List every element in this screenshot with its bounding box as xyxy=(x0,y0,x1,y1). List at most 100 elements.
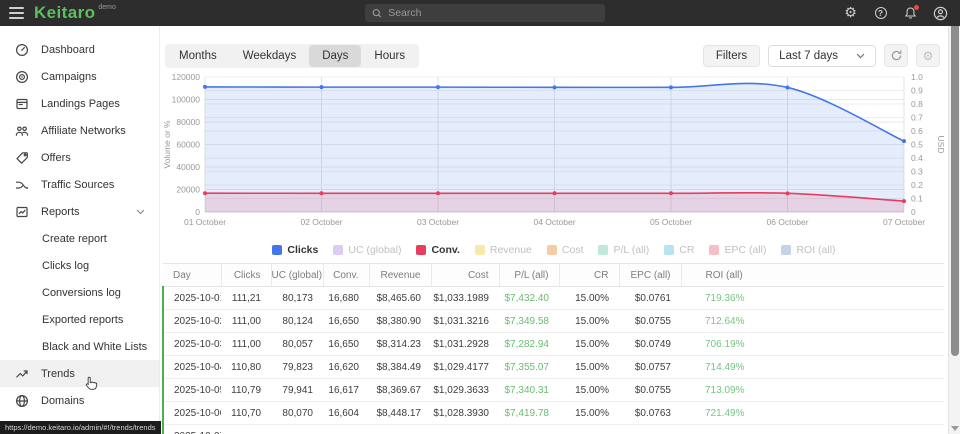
legend-item-epc-all-[interactable]: EPC (all) xyxy=(709,244,766,256)
sidebar-item-offers[interactable]: Offers xyxy=(0,144,159,171)
landings-pages-icon xyxy=(15,97,29,111)
vertical-scrollbar[interactable] xyxy=(948,26,960,434)
table-cell: 80,124 xyxy=(271,310,323,333)
legend-item-conv-[interactable]: Conv. xyxy=(416,244,459,256)
column-header-conv-[interactable]: Conv. xyxy=(323,264,369,287)
scrollbar-thumb[interactable] xyxy=(951,26,959,356)
svg-text:03 October: 03 October xyxy=(417,217,459,227)
tab-months[interactable]: Months xyxy=(166,45,230,67)
refresh-icon xyxy=(890,49,903,62)
profile-icon[interactable] xyxy=(933,6,948,21)
sidebar-item-label: Exported reports xyxy=(42,314,123,326)
legend-item-uc-global-[interactable]: UC (global) xyxy=(333,244,401,256)
legend-label: P/L (all) xyxy=(613,244,649,256)
notifications-bell-icon[interactable] xyxy=(903,6,918,21)
offers-icon xyxy=(15,151,29,165)
legend-label: EPC (all) xyxy=(724,244,766,256)
table-cell: 2025-10-03 xyxy=(163,333,221,356)
search-box[interactable] xyxy=(365,4,605,22)
legend-swatch xyxy=(709,245,719,255)
table-cell: 2025-10-06 xyxy=(163,402,221,425)
sidebar-item-reports[interactable]: Reports xyxy=(0,198,159,225)
sidebar-item-label: Offers xyxy=(41,152,71,164)
sidebar-item-trends[interactable]: Trends xyxy=(0,360,159,387)
toolbar-right: Filters Last 7 days ⚙ xyxy=(703,44,940,67)
table-cell: $1,029.4177 xyxy=(431,356,499,379)
column-header-day[interactable]: Day xyxy=(163,264,221,287)
legend-item-cr[interactable]: CR xyxy=(664,244,694,256)
column-header-uc-global-[interactable]: UC (global) xyxy=(271,264,323,287)
scrollbar-down-arrow[interactable] xyxy=(951,426,959,431)
sidebar-item-label: Affiliate Networks xyxy=(41,125,126,137)
date-range-select[interactable]: Last 7 days xyxy=(768,45,876,67)
sidebar-item-domains[interactable]: Domains xyxy=(0,387,159,414)
svg-text:06 October: 06 October xyxy=(766,217,808,227)
table-cell: 16,680 xyxy=(323,287,369,310)
sidebar-item-black-and-white-lists[interactable]: Black and White Lists xyxy=(0,333,159,360)
settings-gear-icon[interactable]: ⚙ xyxy=(843,6,858,21)
help-icon[interactable]: ? xyxy=(873,6,888,21)
svg-text:0: 0 xyxy=(911,207,916,217)
column-header-clicks[interactable]: Clicks xyxy=(221,264,271,287)
tab-hours[interactable]: Hours xyxy=(361,45,418,67)
sidebar-item-affiliate-networks[interactable]: Affiliate Networks xyxy=(0,117,159,144)
table-cell: $1,031.3216 xyxy=(431,310,499,333)
dashboard-icon xyxy=(15,43,29,57)
menu-icon[interactable] xyxy=(0,0,30,26)
topbar-icons: ⚙ ? xyxy=(843,0,948,26)
table-row: 2025-10-03111,0080,05716,650$8,314.23$1,… xyxy=(163,333,944,356)
tab-weekdays[interactable]: Weekdays xyxy=(230,45,309,67)
keitaro-logo[interactable]: Keitaro xyxy=(34,3,95,23)
table-cell: $1,031.2928 xyxy=(431,333,499,356)
search-input[interactable] xyxy=(388,7,598,19)
column-header-roi-all-[interactable]: ROI (all) xyxy=(681,264,944,287)
reports-icon xyxy=(15,205,29,219)
table-cell xyxy=(499,425,559,434)
column-header-cr[interactable]: CR xyxy=(559,264,619,287)
svg-text:20000: 20000 xyxy=(176,185,200,195)
svg-text:0.1: 0.1 xyxy=(911,194,923,204)
refresh-button[interactable] xyxy=(884,44,908,67)
tab-days[interactable]: Days xyxy=(309,45,361,67)
legend-swatch xyxy=(475,245,485,255)
chart-settings-button[interactable]: ⚙ xyxy=(916,44,940,67)
column-header-cost[interactable]: Cost xyxy=(431,264,499,287)
chart-legend: Clicks UC (global) Conv. Revenue Cost P/L (al… xyxy=(160,237,948,263)
sidebar-item-label: Trends xyxy=(41,368,75,380)
table-cell: 2025-10-05 xyxy=(163,379,221,402)
column-header-revenue[interactable]: Revenue xyxy=(369,264,431,287)
sidebar-item-exported-reports[interactable]: Exported reports xyxy=(0,306,159,333)
svg-text:Volume or %: Volume or % xyxy=(162,120,172,169)
filters-button[interactable]: Filters xyxy=(703,45,760,67)
table-cell: 79,823 xyxy=(271,356,323,379)
legend-item-roi-all-[interactable]: ROI (all) xyxy=(781,244,835,256)
sidebar-item-clicks-log[interactable]: Clicks log xyxy=(0,252,159,279)
legend-item-revenue[interactable]: Revenue xyxy=(475,244,532,256)
table-cell: $0.0763 xyxy=(619,402,681,425)
sidebar-item-conversions-log[interactable]: Conversions log xyxy=(0,279,159,306)
sidebar-item-create-report[interactable]: Create report xyxy=(0,225,159,252)
table-cell: $7,340.31 xyxy=(499,379,559,402)
demo-badge: demo xyxy=(98,4,116,11)
table-cell: 15.00% xyxy=(559,402,619,425)
table-cell: 111,00 xyxy=(221,333,271,356)
sidebar-item-traffic-sources[interactable]: Traffic Sources xyxy=(0,171,159,198)
table-cell: 713.09% xyxy=(681,379,944,402)
legend-item-p-l-all-[interactable]: P/L (all) xyxy=(598,244,649,256)
legend-item-cost[interactable]: Cost xyxy=(547,244,584,256)
table-cell: $0.0757 xyxy=(619,356,681,379)
legend-swatch xyxy=(416,245,426,255)
sidebar-item-landings-pages[interactable]: Landings Pages xyxy=(0,90,159,117)
toolbar: MonthsWeekdaysDaysHours Filters Last 7 d… xyxy=(160,26,948,69)
legend-item-clicks[interactable]: Clicks xyxy=(272,244,318,256)
sidebar-item-dashboard[interactable]: Dashboard xyxy=(0,36,159,63)
table-row: 2025-10-02111,0080,12416,650$8,380.90$1,… xyxy=(163,310,944,333)
legend-swatch xyxy=(547,245,557,255)
column-header-epc-all-[interactable]: EPC (all) xyxy=(619,264,681,287)
svg-text:05 October: 05 October xyxy=(650,217,692,227)
table-row: 2025-10-04110,8079,82316,620$8,384.49$1,… xyxy=(163,356,944,379)
sidebar-item-campaigns[interactable]: Campaigns xyxy=(0,63,159,90)
column-header-p-l-all-[interactable]: P/L (all) xyxy=(499,264,559,287)
table-cell xyxy=(221,425,271,434)
legend-label: UC (global) xyxy=(348,244,401,256)
